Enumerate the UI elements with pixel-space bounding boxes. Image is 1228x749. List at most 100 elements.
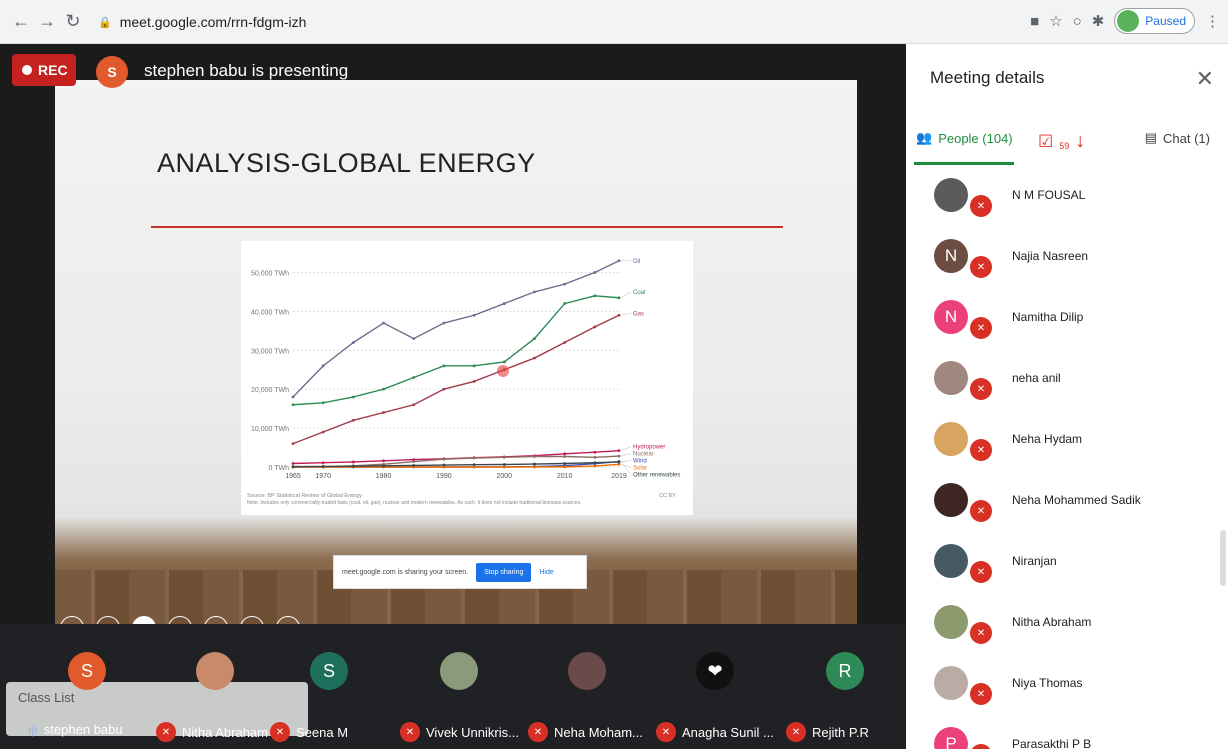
participant-tile[interactable]: ✕ Nitha Abraham bbox=[148, 636, 276, 746]
list-item[interactable]: ✕ Niranjan bbox=[906, 536, 1228, 597]
participant-name-row: ✕ Neha Moham... bbox=[528, 722, 643, 742]
data-point bbox=[382, 459, 385, 463]
y-tick-label: 0 TWh bbox=[269, 465, 290, 472]
participant-tile[interactable]: ✕ Neha Moham... bbox=[520, 636, 648, 746]
stop-sharing-button[interactable]: Stop sharing bbox=[476, 562, 532, 582]
person-name: N M FOUSAL bbox=[1012, 188, 1086, 202]
extension-circle-icon[interactable]: ○ bbox=[1073, 13, 1082, 30]
data-point bbox=[291, 462, 295, 465]
mic-off-icon: ✕ bbox=[528, 722, 548, 742]
participant-name-row: ✕ Anagha Sunil ... bbox=[656, 722, 774, 742]
menu-icon[interactable]: ⋮ bbox=[1205, 12, 1220, 30]
series-line bbox=[292, 314, 620, 445]
list-item[interactable]: N ✕ Najia Nasreen bbox=[906, 231, 1228, 292]
list-item[interactable]: N ✕ Namitha Dilip bbox=[906, 292, 1228, 353]
x-tick-label: 2019 bbox=[611, 473, 627, 480]
profile-button[interactable]: Paused bbox=[1114, 8, 1195, 34]
data-point bbox=[533, 455, 536, 458]
data-point bbox=[593, 325, 597, 329]
puzzle-icon[interactable]: ✱ bbox=[1092, 12, 1105, 30]
data-point bbox=[442, 457, 446, 461]
participant-tile[interactable]: S ✕ Seena M bbox=[262, 636, 390, 746]
data-point bbox=[533, 465, 536, 469]
panel-title: Meeting details bbox=[930, 68, 1045, 87]
meeting-details-panel: Meeting details ✕ 👥 People (104) ☑ 59 ↓ … bbox=[906, 44, 1228, 749]
data-point bbox=[533, 290, 536, 294]
data-point bbox=[563, 282, 567, 286]
hide-button[interactable]: Hide bbox=[539, 569, 553, 576]
data-point bbox=[593, 464, 597, 468]
mic-off-icon: ✕ bbox=[970, 622, 992, 644]
mic-off-icon: ✕ bbox=[970, 256, 992, 278]
avatar: S bbox=[68, 652, 106, 690]
data-point bbox=[617, 259, 621, 263]
mic-off-icon: ✕ bbox=[970, 195, 992, 217]
participant-name: Seena M bbox=[296, 724, 349, 740]
address-bar[interactable]: 🔒 meet.google.com/rrn-fdgm-izh bbox=[98, 9, 306, 35]
person-name: Najia Nasreen bbox=[1012, 249, 1089, 263]
presenting-text: stephen babu is presenting bbox=[144, 61, 349, 80]
star-icon[interactable]: ☆ bbox=[1049, 12, 1062, 30]
series-label: Hydropower bbox=[633, 445, 665, 451]
data-point bbox=[291, 403, 295, 407]
close-icon[interactable]: ✕ bbox=[1196, 66, 1214, 92]
list-item[interactable]: ✕ Nitha Abraham bbox=[906, 597, 1228, 658]
url-text: meet.google.com/rrn-fdgm-izh bbox=[119, 14, 307, 30]
presenter-avatar: S bbox=[96, 56, 128, 88]
avatar bbox=[934, 544, 968, 578]
mic-off-icon: ✕ bbox=[656, 722, 676, 742]
tab-chat[interactable]: ▤ Chat (1) bbox=[1145, 130, 1210, 146]
arrow-down-icon: ↓ bbox=[1075, 130, 1086, 152]
person-name: Namitha Dilip bbox=[1012, 310, 1084, 324]
series-label: Coal bbox=[633, 290, 645, 296]
list-item[interactable]: ✕ N M FOUSAL bbox=[906, 170, 1228, 231]
data-point bbox=[617, 296, 621, 300]
data-point bbox=[442, 364, 446, 368]
forward-icon[interactable]: → bbox=[34, 9, 60, 35]
data-point bbox=[563, 462, 567, 465]
participant-tile[interactable]: ❤ ✕ Anagha Sunil ... bbox=[648, 636, 776, 746]
avatar bbox=[568, 652, 606, 690]
data-point bbox=[321, 461, 325, 465]
participant-tile[interactable]: R ✕ Rejith P.R bbox=[778, 636, 906, 746]
data-point bbox=[442, 463, 446, 467]
list-item[interactable]: ✕ neha anil bbox=[906, 353, 1228, 414]
list-item[interactable]: P✕ Parasakthi P B bbox=[906, 719, 1228, 749]
series-line bbox=[292, 260, 620, 398]
tab-people-label: People (104) bbox=[938, 130, 1013, 146]
data-point bbox=[382, 387, 385, 391]
avatar bbox=[934, 361, 968, 395]
energy-chart-svg: 0 TWh 10,000 TWh 20,000 TWh 30,000 TWh 40,00… bbox=[247, 259, 680, 506]
screen-share-bar: meet.google.com is sharing your screen. … bbox=[333, 555, 587, 589]
scrollbar[interactable] bbox=[1220, 530, 1226, 586]
data-point bbox=[321, 364, 325, 368]
camera-icon[interactable]: ■ bbox=[1030, 13, 1039, 30]
back-icon[interactable]: ← bbox=[8, 9, 34, 35]
slide-title: ANALYSIS-GLOBAL ENERGY bbox=[157, 148, 536, 178]
participant-name: stephen babu bbox=[43, 722, 123, 737]
participant-tile[interactable]: Sı|ı stephen babu bbox=[20, 636, 148, 746]
list-item[interactable]: ✕ Niya Thomas bbox=[906, 658, 1228, 719]
mic-off-icon: ✕ bbox=[970, 317, 992, 339]
participant-strip: Class List Sı|ı stephen babu ✕ Nitha Abraha… bbox=[0, 624, 906, 749]
meet-window: ← → ↻ 🔒 meet.google.com/rrn-fdgm-izh ■ ☆… bbox=[0, 0, 1228, 749]
participant-tile[interactable]: ✕ Vivek Unnikris... bbox=[392, 636, 520, 746]
mic-off-icon: ✕ bbox=[270, 722, 290, 742]
data-point bbox=[442, 321, 446, 325]
list-item[interactable]: ✕ Neha Mohammed Sadik bbox=[906, 475, 1228, 536]
participant-name: Rejith P.R bbox=[812, 724, 869, 740]
list-item[interactable]: ✕ Neha Hydam bbox=[906, 414, 1228, 475]
tab-tasks[interactable]: ☑ 59 ↓ bbox=[1038, 130, 1085, 153]
tab-people[interactable]: 👥 People (104) bbox=[916, 130, 1013, 146]
y-tick-label: 10,000 TWh bbox=[251, 426, 289, 433]
people-icon: 👥 bbox=[916, 130, 933, 145]
mic-off-icon: ✕ bbox=[970, 500, 992, 522]
data-point bbox=[472, 456, 476, 460]
participant-name-row: ✕ Rejith P.R bbox=[786, 722, 869, 742]
reload-icon[interactable]: ↻ bbox=[60, 9, 86, 35]
data-point bbox=[563, 455, 567, 458]
chart-note: Note: Includes only commercially-traded … bbox=[247, 500, 581, 506]
x-tick-label: 1990 bbox=[436, 473, 452, 480]
laser-pointer bbox=[497, 365, 509, 377]
avatar bbox=[934, 483, 968, 517]
